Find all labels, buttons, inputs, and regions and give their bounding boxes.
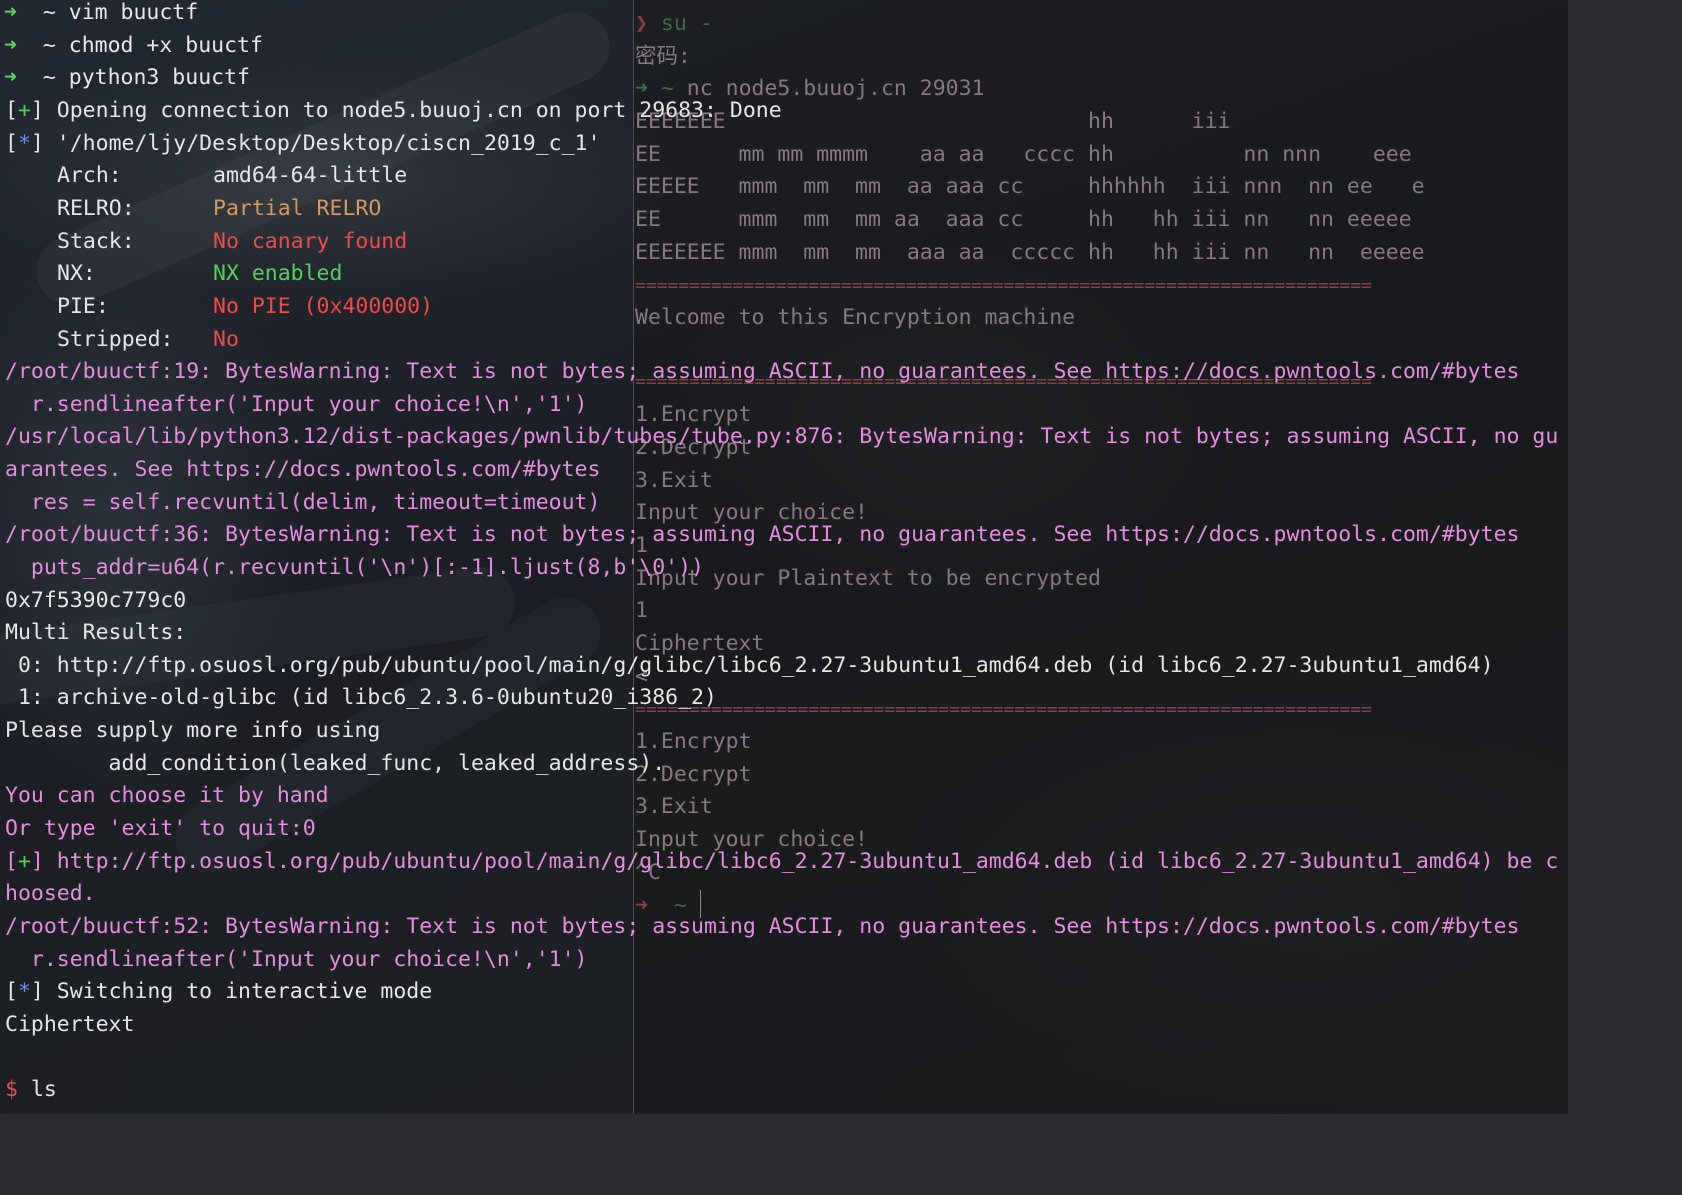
status-plus-marker: + (17, 98, 31, 123)
su-command: su - (647, 11, 713, 36)
plaintext-prompt: Input your Plaintext to be encrypted (635, 566, 1101, 591)
plaintext-value: 1 (635, 598, 648, 623)
ciphertext-output: Ciphertext (5, 1012, 135, 1037)
bracket: [ (5, 131, 18, 156)
shell-dollar-icon: $ (5, 1077, 18, 1102)
status-star-marker: * (17, 131, 31, 156)
prompt-arrow-icon: ➜ (4, 0, 17, 25)
bracket: [ (5, 849, 18, 874)
prompt-dir: ~ (42, 65, 56, 90)
bytes-warning: /root/buuctf:52: BytesWarning: Text is n… (5, 914, 1520, 939)
status-plus-marker: + (17, 849, 31, 874)
checksec-pie-label: PIE: (57, 294, 109, 319)
warning-source-line: r.sendlineafter('Input your choice!\n','… (5, 947, 588, 972)
binary-path-text: ] '/home/ljy/Desktop/Desktop/ciscn_2019_… (30, 131, 601, 156)
prompt-dir: ~ (42, 0, 56, 25)
command-text: vim buuctf (68, 0, 199, 25)
separator-rule: ========================================… (635, 275, 1372, 296)
warning-source-line: res = self.recvuntil(delim, timeout=time… (5, 490, 601, 515)
prompt-arrow-icon: ➜ (4, 65, 17, 90)
leaked-address: 0x7f5390c779c0 (5, 588, 187, 613)
bracket: [ (5, 98, 18, 123)
interactive-mode-text: ] Switching to interactive mode (30, 979, 433, 1004)
warning-source-line: r.sendlineafter('Input your choice!\n','… (5, 392, 588, 417)
checksec-arch-value: amd64-64-little (213, 163, 408, 188)
prompt-chevron-icon: ❯ (635, 11, 648, 36)
exit-prompt-text: Or type 'exit' to quit:0 (5, 816, 316, 841)
checksec-pie-value: No PIE (0x400000) (213, 294, 434, 319)
menu-item-exit: 3.Exit (635, 468, 713, 493)
opening-connection-text: ] Opening connection to node5.buuoj.cn o… (30, 98, 782, 123)
add-condition-text: add_condition(leaked_func, leaked_addres… (5, 751, 666, 776)
banner-line: EE mm mm mmmm aa aa cccc hh nn nnn eee (635, 142, 1412, 167)
checksec-arch-label: Arch: (57, 163, 122, 188)
bytes-warning: /usr/local/lib/python3.12/dist-packages/… (5, 424, 1559, 449)
prompt-arrow-icon: ➜ (4, 33, 17, 58)
password-prompt: 密码: (635, 44, 691, 69)
status-star-marker: * (17, 979, 31, 1004)
command-text: python3 buuctf (68, 65, 250, 90)
separator-rule: ========================================… (635, 699, 1372, 720)
checksec-stripped-value: No (213, 327, 239, 352)
banner-line: EEEEEEE mmm mm mm aaa aa ccccc hh hh iii… (635, 240, 1425, 265)
banner-line: EEEEE mmm mm mm aa aaa cc hhhhhh iii nnn… (635, 174, 1425, 199)
libc-chosen-wrap: hoosed. (5, 881, 96, 906)
shell-command-input[interactable]: ls (18, 1077, 57, 1102)
libc-result-0: 0: http://ftp.osuosl.org/pub/ubuntu/pool… (5, 653, 1494, 678)
command-text: chmod +x buuctf (68, 33, 263, 58)
checksec-stack-value: No canary found (213, 229, 408, 254)
choose-by-hand-text: You can choose it by hand (5, 783, 329, 808)
bytes-warning-wrap: arantees. See https://docs.pwntools.com/… (5, 457, 601, 482)
bracket: [ (5, 979, 18, 1004)
bytes-warning: /root/buuctf:19: BytesWarning: Text is n… (5, 359, 1520, 384)
libc-chosen-text: ] http://ftp.osuosl.org/pub/ubuntu/pool/… (30, 849, 1559, 874)
checksec-relro-label: RELRO: (57, 196, 135, 221)
checksec-relro-value: Partial RELRO (213, 196, 382, 221)
right-terminal-pane[interactable]: ❯ su - 密码: ➜ ~ nc node5.buuoj.cn 29031 E… (633, 0, 1568, 1114)
prompt-dir: ~ (42, 33, 56, 58)
multi-results-heading: Multi Results: (5, 620, 187, 645)
checksec-stack-label: Stack: (57, 229, 135, 254)
banner-line: EE mmm mm mm aa aaa cc hh hh iii nn nn e… (635, 207, 1412, 232)
welcome-text: Welcome to this Encryption machine (635, 305, 1076, 330)
checksec-nx-label: NX: (57, 261, 96, 286)
bytes-warning: /root/buuctf:36: BytesWarning: Text is n… (5, 522, 1520, 547)
checksec-stripped-label: Stripped: (57, 327, 174, 352)
supply-info-text: Please supply more info using (5, 718, 381, 743)
checksec-nx-value: NX enabled (213, 261, 343, 286)
warning-source-line: puts_addr=u64(r.recvuntil('\n')[:-1].lju… (5, 555, 704, 580)
libc-result-1: 1: archive-old-glibc (id libc6_2.3.6-0ub… (5, 685, 717, 710)
menu-item-exit: 3.Exit (635, 794, 713, 819)
